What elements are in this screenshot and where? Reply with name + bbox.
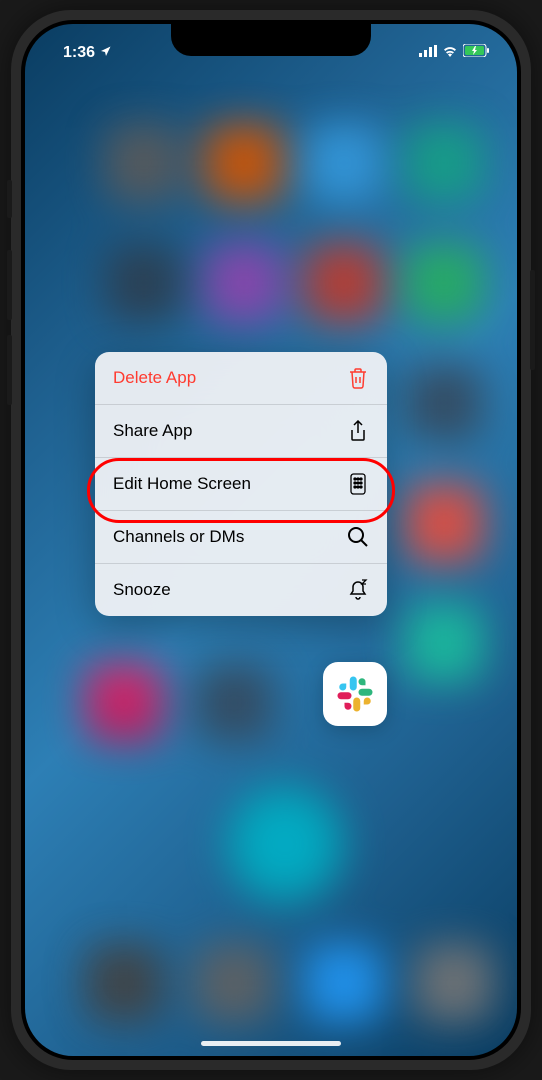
status-time: 1:36 bbox=[63, 44, 95, 62]
share-icon bbox=[347, 420, 369, 442]
phone-screen: 1:36 bbox=[25, 24, 517, 1056]
menu-item-label: Share App bbox=[113, 421, 192, 441]
menu-item-edit-home-screen[interactable]: Edit Home Screen bbox=[95, 458, 387, 511]
menu-item-share-app[interactable]: Share App bbox=[95, 405, 387, 458]
cellular-signal-icon bbox=[419, 44, 437, 62]
silent-switch bbox=[7, 180, 12, 218]
display-notch bbox=[171, 24, 371, 56]
bell-snooze-icon bbox=[347, 579, 369, 601]
menu-item-snooze[interactable]: Snooze bbox=[95, 564, 387, 616]
menu-item-label: Delete App bbox=[113, 368, 196, 388]
trash-icon bbox=[347, 367, 369, 389]
battery-charging-icon bbox=[463, 44, 489, 62]
status-bar-right bbox=[419, 44, 489, 62]
menu-item-label: Snooze bbox=[113, 580, 171, 600]
menu-item-delete-app[interactable]: Delete App bbox=[95, 352, 387, 405]
location-icon bbox=[100, 44, 112, 62]
phone-device-frame: 1:36 bbox=[11, 10, 531, 1070]
menu-item-channels-dms[interactable]: Channels or DMs bbox=[95, 511, 387, 564]
power-button bbox=[530, 270, 535, 370]
volume-down-button bbox=[7, 335, 12, 405]
slack-logo-icon bbox=[334, 673, 376, 715]
wifi-icon bbox=[442, 44, 458, 62]
menu-item-label: Channels or DMs bbox=[113, 527, 244, 547]
app-context-menu: Delete App Share App bbox=[95, 352, 387, 616]
menu-item-label: Edit Home Screen bbox=[113, 474, 251, 494]
home-indicator[interactable] bbox=[201, 1041, 341, 1046]
apps-grid-icon bbox=[347, 473, 369, 495]
volume-up-button bbox=[7, 250, 12, 320]
status-bar-left: 1:36 bbox=[53, 44, 112, 62]
slack-app-icon[interactable] bbox=[323, 662, 387, 726]
phone-bezel: 1:36 bbox=[21, 20, 521, 1060]
search-icon bbox=[347, 526, 369, 548]
